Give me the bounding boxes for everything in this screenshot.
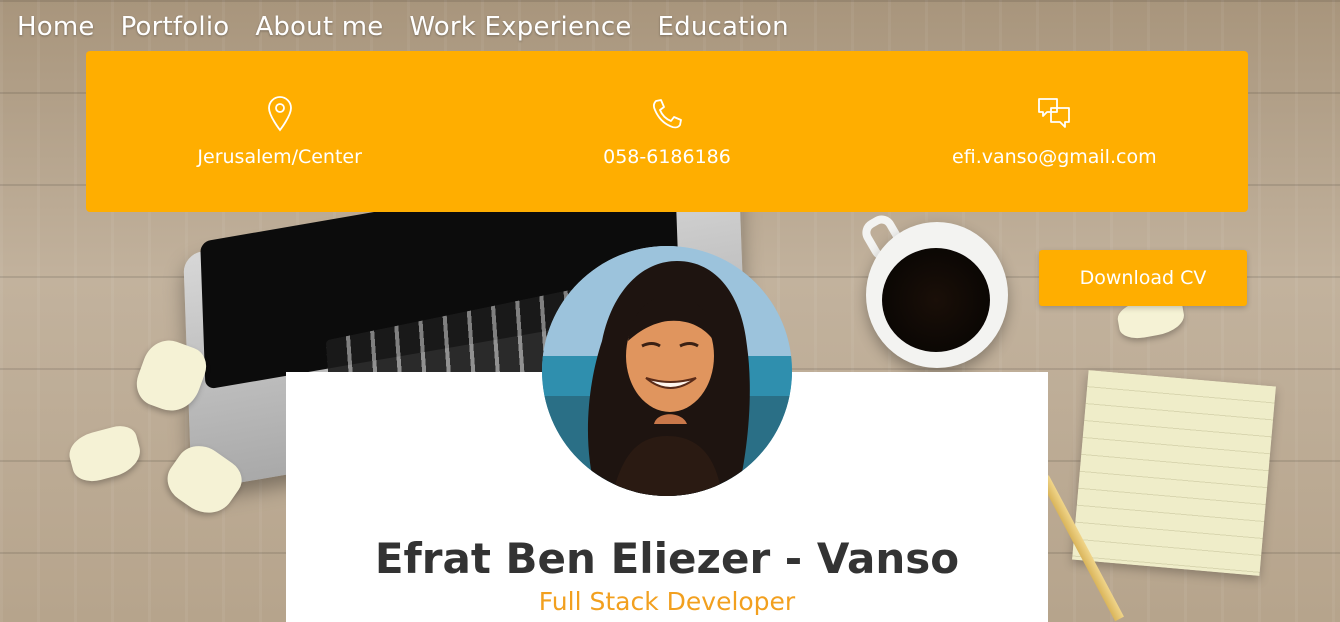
contact-email: efi.vanso@gmail.com — [861, 51, 1248, 212]
main-navigation: Home Portfolio About me Work Experience … — [17, 9, 789, 45]
nav-home[interactable]: Home — [17, 9, 95, 45]
contact-location: Jerusalem/Center — [86, 51, 473, 212]
contact-phone-text[interactable]: 058-6186186 — [603, 146, 731, 168]
nav-education[interactable]: Education — [658, 9, 789, 45]
nav-work-experience[interactable]: Work Experience — [409, 9, 631, 45]
contact-bar: Jerusalem/Center 058-6186186 efi.vanso@g… — [86, 51, 1248, 212]
nav-about-me[interactable]: About me — [255, 9, 383, 45]
phone-icon — [650, 96, 684, 132]
chat-bubbles-icon — [1037, 96, 1071, 132]
profile-job-title: Full Stack Developer — [538, 587, 796, 616]
avatar — [542, 246, 792, 496]
contact-email-text[interactable]: efi.vanso@gmail.com — [952, 146, 1157, 168]
crumpled-paper-image — [64, 421, 146, 487]
nav-portfolio[interactable]: Portfolio — [121, 9, 230, 45]
coffee-image — [882, 248, 990, 352]
location-pin-icon — [263, 96, 297, 132]
profile-photo-illustration — [542, 246, 792, 496]
notepad-image — [1072, 370, 1276, 576]
contact-phone: 058-6186186 — [473, 51, 860, 212]
contact-location-text: Jerusalem/Center — [197, 146, 362, 168]
download-cv-button[interactable]: Download CV — [1039, 250, 1247, 306]
profile-name: Efrat Ben Eliezer - Vanso — [374, 534, 960, 583]
